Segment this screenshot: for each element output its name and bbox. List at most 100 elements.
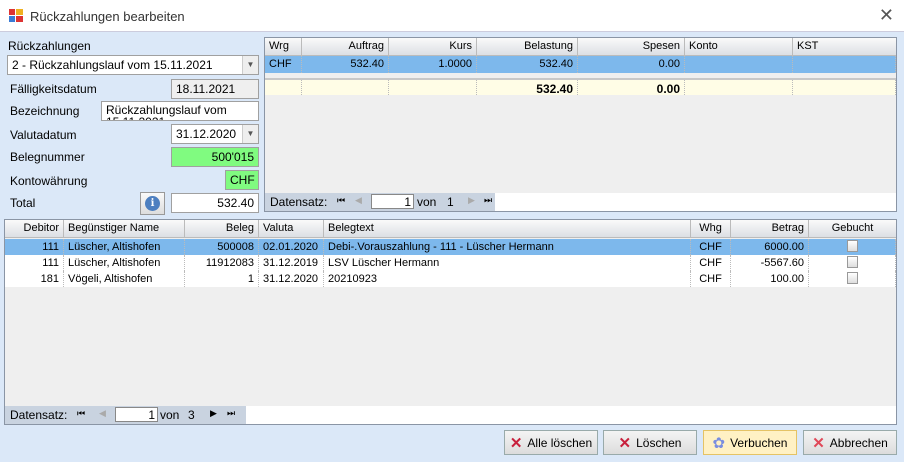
col-beleg[interactable]: Beleg xyxy=(185,220,259,237)
table-row[interactable]: 111 Lüscher, Altishofen 500008 02.01.2020 De… xyxy=(5,239,896,255)
sum-belastung: 532.40 xyxy=(477,80,578,95)
cell-whg: CHF xyxy=(691,239,731,255)
cell-kurs: 1.0000 xyxy=(389,56,477,73)
belegnummer-field[interactable]: 500'015 xyxy=(171,147,259,167)
prev-record-icon[interactable]: ◀ xyxy=(355,195,362,206)
cell-belegtext: Debi-.Vorauszahlung - 111 - Lüscher Herm… xyxy=(324,239,691,255)
total-label: Total xyxy=(10,196,36,210)
table-row[interactable]: 111 Lüscher, Altishofen 11912083 31.12.2019… xyxy=(5,255,896,271)
bezeichnung-input[interactable]: Rückzahlungslauf vom 15.11.2021 xyxy=(101,101,259,121)
cell-beleg: 500008 xyxy=(185,239,259,255)
loeschen-button[interactable]: ✕ Löschen xyxy=(603,430,697,455)
gear-icon: ✿ xyxy=(712,434,726,452)
cell-whg: CHF xyxy=(691,271,731,287)
cell-name: Lüscher, Altishofen xyxy=(64,239,185,255)
cell-belastung: 532.40 xyxy=(477,56,578,73)
cell-konto xyxy=(685,56,793,73)
col-belastung[interactable]: Belastung xyxy=(477,38,578,55)
cell-gebucht xyxy=(809,271,896,287)
zahlungen-grid[interactable]: Wrg Auftrag Kurs Belastung Spesen Konto … xyxy=(264,37,897,212)
cell-gebucht xyxy=(809,239,896,255)
col-valuta[interactable]: Valuta xyxy=(259,220,324,237)
cell-betrag: 6000.00 xyxy=(731,239,809,255)
cell-gebucht xyxy=(809,255,896,271)
valuta-value: 31.12.2020 xyxy=(176,127,237,141)
cell-debitor: 111 xyxy=(5,239,64,255)
alle-loeschen-button[interactable]: ✕ Alle löschen xyxy=(504,430,598,455)
gebucht-checkbox[interactable] xyxy=(846,272,858,284)
loeschen-label: Löschen xyxy=(636,435,682,450)
app-icon xyxy=(9,9,23,22)
next-record-icon[interactable]: ▶ xyxy=(210,408,217,419)
col-kurs[interactable]: Kurs xyxy=(389,38,477,55)
cell-beleg: 1 xyxy=(185,271,259,287)
col-spesen[interactable]: Spesen xyxy=(578,38,685,55)
pager-of: von xyxy=(160,408,180,422)
first-record-icon[interactable]: ⏮ xyxy=(337,195,345,206)
bezeichnung-label: Bezeichnung xyxy=(10,104,80,118)
total-field: 532.40 xyxy=(171,193,259,213)
table-row[interactable]: 181 Vögeli, Altishofen 1 31.12.2020 20210923… xyxy=(5,271,896,287)
cancel-icon: ✕ xyxy=(812,434,825,452)
cell-betrag: -5567.60 xyxy=(731,255,809,271)
close-icon[interactable]: ✕ xyxy=(879,5,894,26)
col-whg[interactable]: Whg xyxy=(691,220,731,237)
cell-beleg: 11912083 xyxy=(185,255,259,271)
verbuchen-label: Verbuchen xyxy=(730,435,788,450)
col-wrg[interactable]: Wrg xyxy=(265,38,302,55)
delete-icon: ✕ xyxy=(509,434,523,452)
col-debitor[interactable]: Debitor xyxy=(5,220,64,237)
cell-valuta: 02.01.2020 xyxy=(259,239,324,255)
alle-loeschen-label: Alle löschen xyxy=(527,435,593,450)
col-auftrag[interactable]: Auftrag xyxy=(302,38,389,55)
col-betrag[interactable]: Betrag xyxy=(731,220,809,237)
record-navigator: Datensatz: ⏮ ◀ 1 von 1 ▶ ⏭ xyxy=(265,193,896,211)
chevron-down-icon[interactable]: ▼ xyxy=(242,125,258,143)
gebucht-checkbox[interactable] xyxy=(846,240,858,252)
abbrechen-label: Abbrechen xyxy=(829,435,888,450)
cell-belegtext: LSV Lüscher Hermann xyxy=(324,255,691,271)
last-record-icon[interactable]: ⏭ xyxy=(484,195,492,206)
kontowaehrung-label: Kontowährung xyxy=(10,174,88,188)
info-button[interactable]: i xyxy=(140,192,165,215)
col-gebucht[interactable]: Gebucht xyxy=(809,220,896,237)
belege-grid[interactable]: Debitor Begünstiger Name Beleg Valuta Be… xyxy=(4,219,897,425)
next-record-icon[interactable]: ▶ xyxy=(468,195,475,206)
cell-name: Lüscher, Altishofen xyxy=(64,255,185,271)
col-konto[interactable]: Konto xyxy=(685,38,793,55)
col-name[interactable]: Begünstiger Name xyxy=(64,220,185,237)
abbrechen-button[interactable]: ✕ Abbrechen xyxy=(803,430,897,455)
cell-spesen: 0.00 xyxy=(578,56,685,73)
cell-belegtext: 20210923 xyxy=(324,271,691,287)
cell-debitor: 111 xyxy=(5,255,64,271)
cell-whg: CHF xyxy=(691,255,731,271)
chevron-down-icon[interactable]: ▼ xyxy=(242,56,258,74)
summary-row: 532.40 0.00 xyxy=(265,78,896,95)
gebucht-checkbox[interactable] xyxy=(846,256,858,268)
cell-valuta: 31.12.2019 xyxy=(259,255,324,271)
pager-total: 1 xyxy=(447,195,454,209)
last-record-icon[interactable]: ⏭ xyxy=(227,408,235,419)
cell-wrg: CHF xyxy=(265,56,302,73)
first-record-icon[interactable]: ⏮ xyxy=(77,408,85,419)
valuta-datepicker[interactable]: 31.12.2020 ▼ xyxy=(171,124,259,144)
grid-header: Debitor Begünstiger Name Beleg Valuta Be… xyxy=(5,220,896,238)
cell-kst xyxy=(793,56,896,73)
belegnummer-label: Belegnummer xyxy=(10,150,85,164)
valuta-label: Valutadatum xyxy=(10,128,77,142)
rueckzahlungen-select[interactable]: 2 - Rückzahlungslauf vom 15.11.2021 ▼ xyxy=(7,55,259,75)
verbuchen-button[interactable]: ✿ Verbuchen xyxy=(703,430,797,455)
delete-icon: ✕ xyxy=(618,434,632,452)
kontowaehrung-field: CHF xyxy=(225,170,259,190)
cell-valuta: 31.12.2020 xyxy=(259,271,324,287)
pager-label: Datensatz: xyxy=(270,195,328,209)
rueckzahlungen-label: Rückzahlungen xyxy=(8,39,91,53)
table-row[interactable]: CHF 532.40 1.0000 532.40 0.00 xyxy=(265,56,896,73)
col-belegtext[interactable]: Belegtext xyxy=(324,220,691,237)
record-input[interactable]: 1 xyxy=(115,407,158,422)
col-kst[interactable]: KST xyxy=(793,38,896,55)
faelligkeit-label: Fälligkeitsdatum xyxy=(10,82,97,96)
prev-record-icon[interactable]: ◀ xyxy=(99,408,106,419)
record-input[interactable]: 1 xyxy=(371,194,414,209)
record-navigator: Datensatz: ⏮ ◀ 1 von 3 ▶ ⏭ xyxy=(5,406,896,424)
